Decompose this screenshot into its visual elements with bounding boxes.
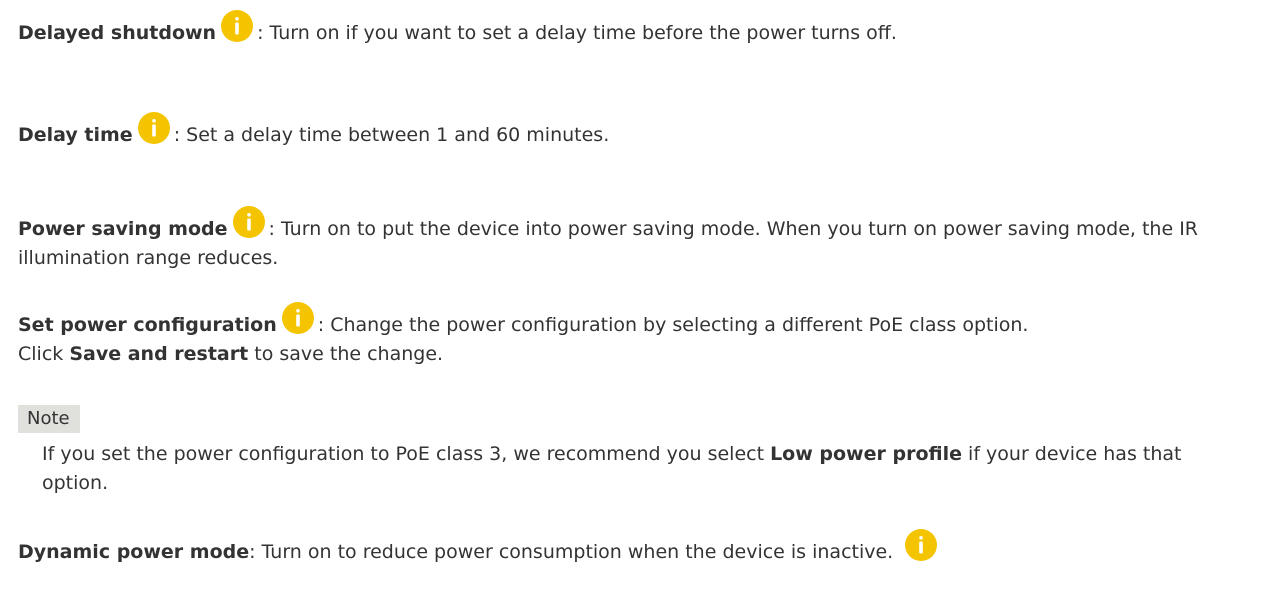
dynamic-power-mode-term: Dynamic power mode — [18, 541, 250, 563]
set-power-configuration-description: : Change the power configuration by sele… — [317, 314, 1029, 336]
note-label: Note — [18, 405, 80, 433]
info-icon[interactable] — [232, 206, 265, 238]
set-power-configuration-paragraph: Set power configuration : Change the powe… — [18, 302, 1248, 369]
power-saving-mode-term: Power saving mode — [18, 218, 228, 240]
set-power-configuration-line2-suffix: to save the change. — [248, 343, 444, 365]
power-saving-mode-paragraph: Power saving mode: Turn on to put the de… — [18, 206, 1248, 273]
note-text: If you set the power configuration to Po… — [42, 440, 1222, 498]
info-icon[interactable] — [281, 302, 314, 334]
info-icon[interactable] — [137, 112, 170, 144]
low-power-profile-label: Low power profile — [770, 443, 962, 465]
delay-time-description: : Set a delay time between 1 and 60 minu… — [173, 124, 610, 146]
set-power-configuration-term: Set power configuration — [18, 314, 277, 336]
dynamic-power-mode-description: : Turn on to reduce power consumption wh… — [249, 541, 894, 563]
info-icon[interactable] — [221, 10, 254, 42]
delayed-shutdown-paragraph: Delayed shutdown : Turn on if you want to… — [18, 10, 1248, 48]
delayed-shutdown-description: : Turn on if you want to set a delay tim… — [257, 22, 897, 44]
delay-time-term: Delay time — [18, 124, 133, 146]
save-and-restart-label: Save and restart — [69, 343, 249, 365]
set-power-configuration-line2-prefix: Click — [18, 343, 70, 365]
dynamic-power-mode-paragraph: Dynamic power mode: Turn on to reduce po… — [18, 529, 1248, 567]
note-text-prefix: If you set the power configuration to Po… — [42, 443, 771, 465]
delay-time-paragraph: Delay time : Set a delay time between 1 a… — [18, 112, 1248, 150]
delayed-shutdown-term: Delayed shutdown — [18, 22, 217, 44]
info-icon[interactable] — [905, 529, 938, 561]
